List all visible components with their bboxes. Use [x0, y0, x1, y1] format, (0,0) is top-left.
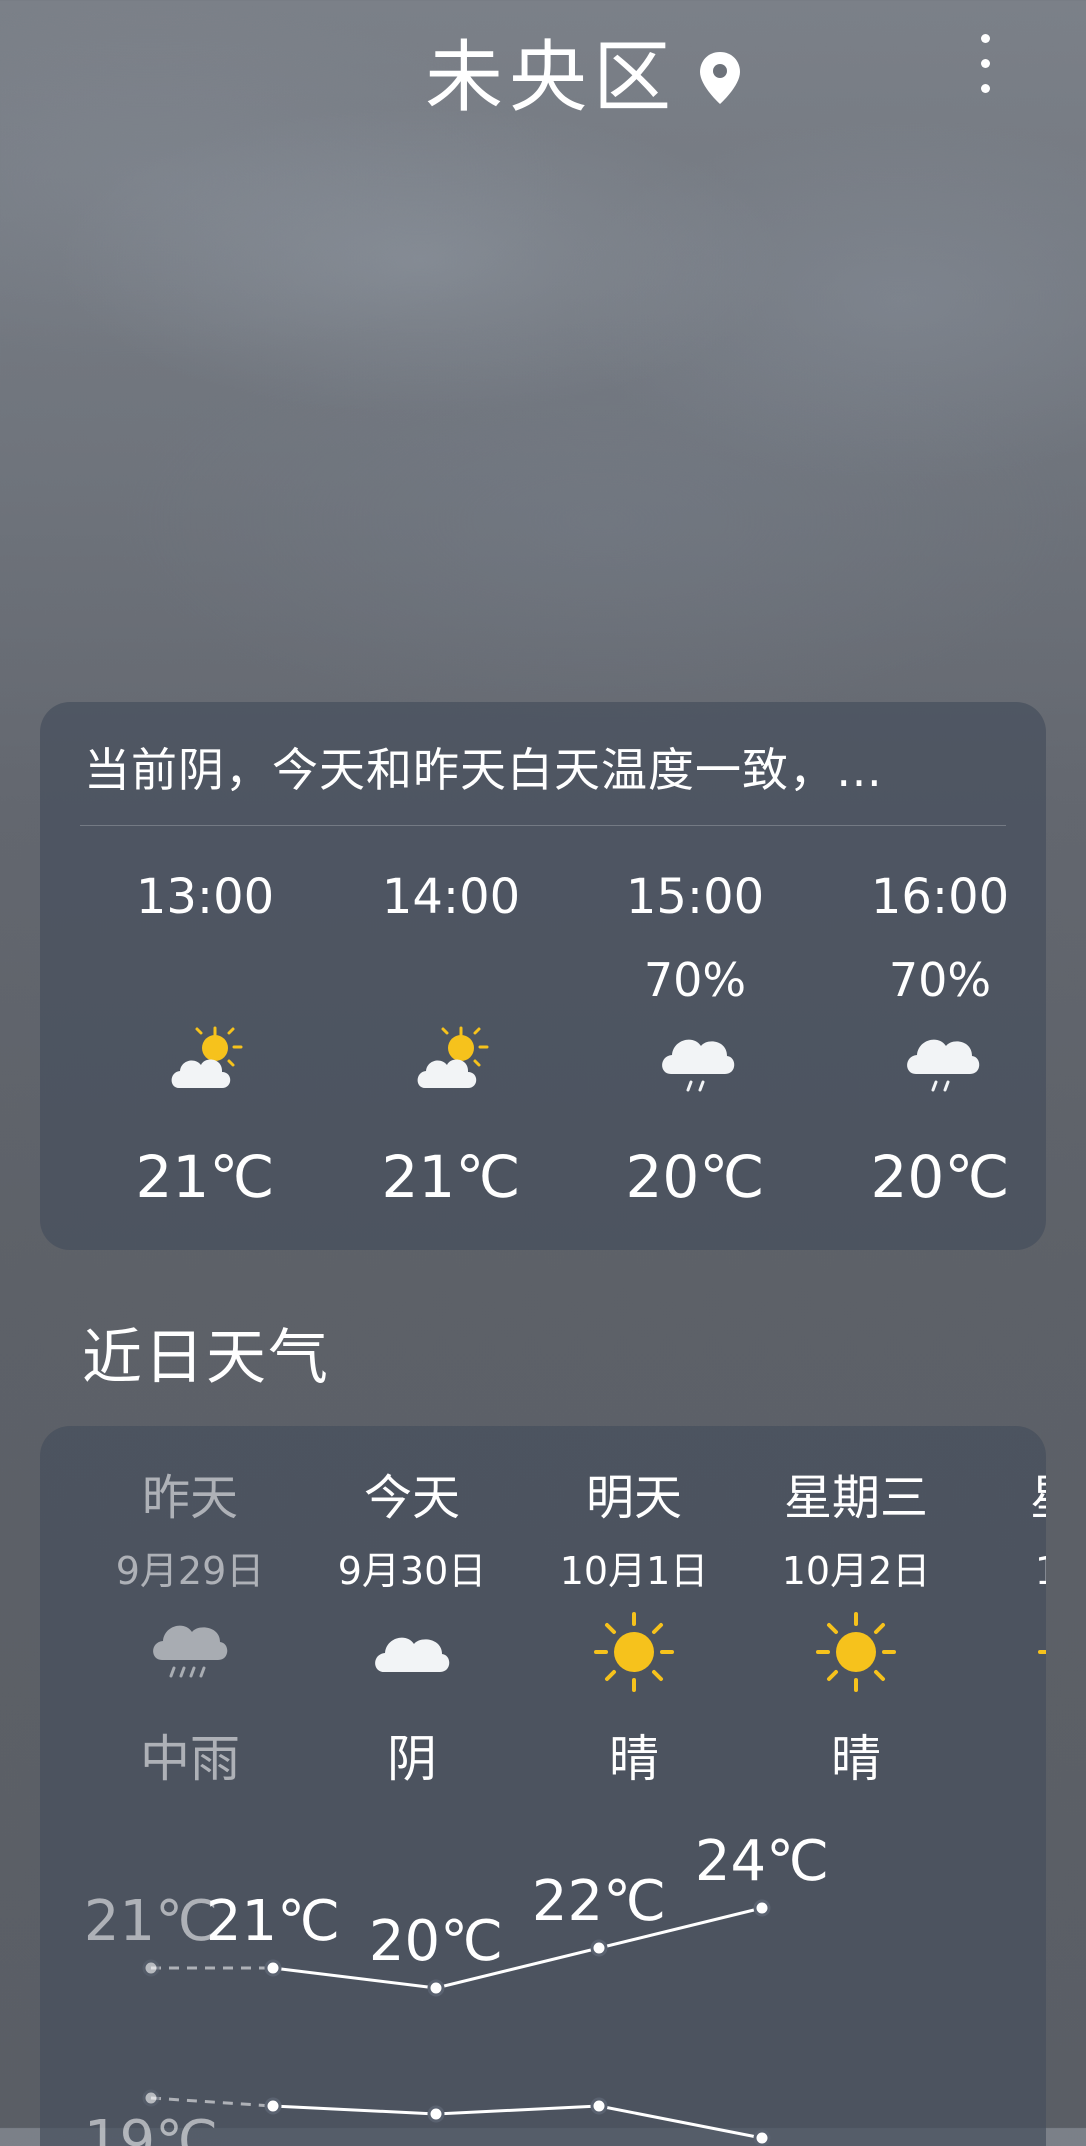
high-temp-label: 22℃: [532, 1869, 666, 1934]
hour-time: 15:00: [625, 869, 765, 925]
map-pin-icon[interactable]: [696, 50, 744, 106]
low-temp-line-point: [427, 2105, 445, 2123]
hour-time: 16:00: [870, 869, 1010, 925]
low-temp-line-point: [753, 2129, 771, 2146]
section-title: 近日天气: [82, 1323, 330, 1393]
high-temp-label: 24℃: [695, 1829, 829, 1894]
hour-time: 14:00: [381, 869, 521, 925]
high-temp-line-point: [142, 1959, 160, 1977]
hour-temperature: 21℃: [135, 1143, 275, 1211]
precip-probability: 70%: [888, 953, 992, 1007]
hourly-forecast-card[interactable]: 当前阴，今天和昨天白天温度一致，… 13:00 21℃ 14:00 21℃ 15…: [40, 702, 1046, 1250]
hour-time: 13:00: [135, 869, 275, 925]
hour-temperature: 20℃: [625, 1143, 765, 1211]
high-temp-label: 21℃: [84, 1889, 218, 1954]
precip-probability: 70%: [643, 953, 747, 1007]
partly-cloudy-icon: [171, 1026, 243, 1088]
hour-item: 15:00 70% 20℃: [580, 822, 810, 1242]
low-temp-line-point: [142, 2089, 160, 2107]
hour-item: 16:00 70% 20℃: [825, 822, 1055, 1242]
low-temp-line-segment: [435, 2104, 600, 2116]
city-name[interactable]: 未央区: [425, 28, 677, 128]
high-temp-label: 20℃: [369, 1909, 503, 1974]
high-temp-line-point: [590, 1939, 608, 1957]
rain-cloud-icon: [907, 1039, 980, 1092]
low-temp-line-segment: [272, 2104, 437, 2116]
rain-cloud-icon: [662, 1039, 735, 1092]
high-temp-line-point: [753, 1899, 771, 1917]
weather-summary[interactable]: 当前阴，今天和昨天白天温度一致，…: [84, 740, 883, 800]
top-bar: 未央区: [0, 0, 1086, 150]
hour-item: 13:00 21℃: [90, 822, 320, 1242]
partly-cloudy-icon: [417, 1026, 489, 1088]
temperature-trend-chart: 21℃19℃21℃20℃22℃24℃14℃: [84, 1829, 829, 2146]
high-temp-label: 21℃: [206, 1889, 340, 1954]
daily-forecast-card[interactable]: 昨天 9月29日 中雨 今天 9月30日 阴 明天 10月1日 晴 星期三 10…: [40, 1426, 1046, 2146]
hour-temperature: 20℃: [870, 1143, 1010, 1211]
low-temp-line-point: [264, 2097, 282, 2115]
high-temp-line-point: [264, 1959, 282, 1977]
low-temp-line-segment: [150, 2096, 274, 2108]
more-vertical-icon[interactable]: [970, 34, 1000, 118]
low-temp-line-segment: [598, 2104, 763, 2140]
high-temp-line-point: [427, 1979, 445, 1997]
low-temp-line-point: [590, 2097, 608, 2115]
hour-temperature: 21℃: [381, 1143, 521, 1211]
hour-item: 14:00 21℃: [336, 822, 566, 1242]
